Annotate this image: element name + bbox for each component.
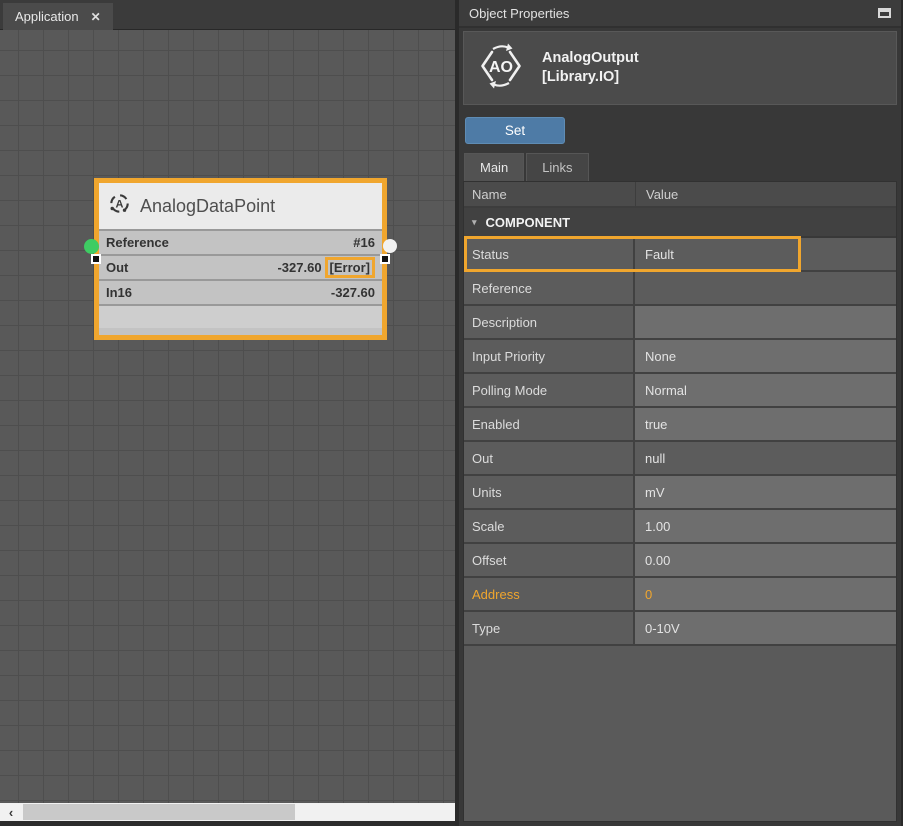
slot-label: Out xyxy=(106,260,128,275)
section-label: COMPONENT xyxy=(486,215,571,230)
property-value[interactable]: 1.00 xyxy=(635,510,896,542)
svg-text:A: A xyxy=(116,199,124,211)
node-header[interactable]: A AnalogDataPoint xyxy=(99,183,382,229)
node-body[interactable]: A AnalogDataPoint Reference #16 Out -327.60… xyxy=(94,178,387,340)
property-value[interactable]: Normal xyxy=(635,374,896,406)
column-header-name: Name xyxy=(464,187,635,202)
component-library: [Library.IO] xyxy=(542,68,639,87)
property-row-description[interactable]: Description xyxy=(464,306,896,340)
property-name: Input Priority xyxy=(464,340,635,372)
node-slot-row[interactable]: Out -327.60[Error] xyxy=(99,254,382,279)
error-badge: [Error] xyxy=(325,257,375,278)
tab-close-icon[interactable]: ✕ xyxy=(91,10,101,24)
column-header-value: Value xyxy=(635,182,896,206)
tab-links[interactable]: Links xyxy=(526,153,588,181)
slot-value: #16 xyxy=(353,235,375,250)
node-title: AnalogDataPoint xyxy=(140,196,275,217)
property-value[interactable]: 0-10V xyxy=(635,612,896,644)
node-slot-row[interactable]: Reference #16 xyxy=(99,229,382,254)
property-value[interactable]: 0.00 xyxy=(635,544,896,576)
selection-handle-left[interactable] xyxy=(91,254,101,264)
property-value[interactable]: true xyxy=(635,408,896,440)
dock-window-icon[interactable] xyxy=(878,8,891,18)
output-port-dot[interactable] xyxy=(383,239,397,253)
property-row-input-priority[interactable]: Input PriorityNone xyxy=(464,340,896,374)
property-value[interactable]: 0 xyxy=(635,578,896,610)
node-rows: Reference #16 Out -327.60[Error] In16 -327.60 xyxy=(99,229,382,304)
horizontal-scrollbar[interactable]: ‹ xyxy=(0,803,458,821)
property-row-polling-mode[interactable]: Polling ModeNormal xyxy=(464,374,896,408)
node-footer-row xyxy=(99,304,382,328)
workspace-pane: Application ✕ A AnalogDataPoint xyxy=(0,0,458,826)
property-name: Polling Mode xyxy=(464,374,635,406)
section-collapse-caret-icon[interactable]: ▾ xyxy=(472,217,477,228)
property-row-scale[interactable]: Scale1.00 xyxy=(464,510,896,544)
input-port-dot[interactable] xyxy=(84,239,99,254)
component-header-card: AO AnalogOutput [Library.IO] xyxy=(463,31,897,105)
slot-value: -327.60[Error] xyxy=(277,257,375,278)
property-row-type[interactable]: Type0-10V xyxy=(464,612,896,646)
property-name: Scale xyxy=(464,510,635,542)
property-value[interactable]: None xyxy=(635,340,896,372)
property-row-reference[interactable]: Reference xyxy=(464,272,896,306)
tab-main[interactable]: Main xyxy=(464,153,524,181)
property-name: Description xyxy=(464,306,635,338)
scroll-left-arrow-icon[interactable]: ‹ xyxy=(0,803,22,821)
component-type-name: AnalogOutput xyxy=(542,49,639,68)
tab-application[interactable]: Application ✕ xyxy=(3,3,113,30)
property-row-units[interactable]: UnitsmV xyxy=(464,476,896,510)
property-table-body: StatusFaultReferenceDescriptionInput Pri… xyxy=(464,238,896,646)
slot-label: Reference xyxy=(106,235,169,250)
panel-titlebar: Object Properties xyxy=(459,0,901,28)
analog-output-icon: AO xyxy=(477,42,525,95)
property-name: Status xyxy=(464,238,635,270)
property-name: Offset xyxy=(464,544,635,576)
panel-title: Object Properties xyxy=(469,6,569,21)
property-row-enabled[interactable]: Enabledtrue xyxy=(464,408,896,442)
property-value xyxy=(635,272,896,304)
property-name: Out xyxy=(464,442,635,474)
section-component[interactable]: ▾ COMPONENT xyxy=(464,208,896,238)
tab-application-label: Application xyxy=(15,9,79,24)
property-table: Name Value ▾ COMPONENT StatusFaultRefere… xyxy=(463,181,897,822)
node-slot-row[interactable]: In16 -327.60 xyxy=(99,279,382,304)
object-properties-panel: Object Properties AO AnalogOutput [Libra… xyxy=(455,0,903,826)
table-header: Name Value xyxy=(464,182,896,208)
property-value: null xyxy=(635,442,896,474)
property-row-status[interactable]: StatusFault xyxy=(464,238,896,272)
wiresheet-canvas[interactable]: A AnalogDataPoint Reference #16 Out -327.60… xyxy=(0,30,458,803)
selection-handle-right[interactable] xyxy=(380,254,390,264)
property-row-out[interactable]: Outnull xyxy=(464,442,896,476)
property-name: Enabled xyxy=(464,408,635,440)
property-value[interactable] xyxy=(635,306,896,338)
property-name: Type xyxy=(464,612,635,644)
property-name: Units xyxy=(464,476,635,508)
set-button[interactable]: Set xyxy=(465,117,565,144)
property-name: Reference xyxy=(464,272,635,304)
properties-tabs: Main Links xyxy=(464,153,901,181)
document-tabstrip: Application ✕ xyxy=(0,0,458,30)
scrollbar-thumb[interactable] xyxy=(23,804,295,820)
node-analogdatapoint[interactable]: A AnalogDataPoint Reference #16 Out -327.60… xyxy=(94,178,387,340)
property-row-address[interactable]: Address0 xyxy=(464,578,896,612)
svg-text:AO: AO xyxy=(489,59,513,76)
slot-label: In16 xyxy=(106,285,132,300)
slot-value: -327.60 xyxy=(331,285,375,300)
analog-point-icon: A xyxy=(108,192,131,220)
property-name: Address xyxy=(464,578,635,610)
property-value: Fault xyxy=(635,238,896,270)
property-row-offset[interactable]: Offset0.00 xyxy=(464,544,896,578)
property-value[interactable]: mV xyxy=(635,476,896,508)
